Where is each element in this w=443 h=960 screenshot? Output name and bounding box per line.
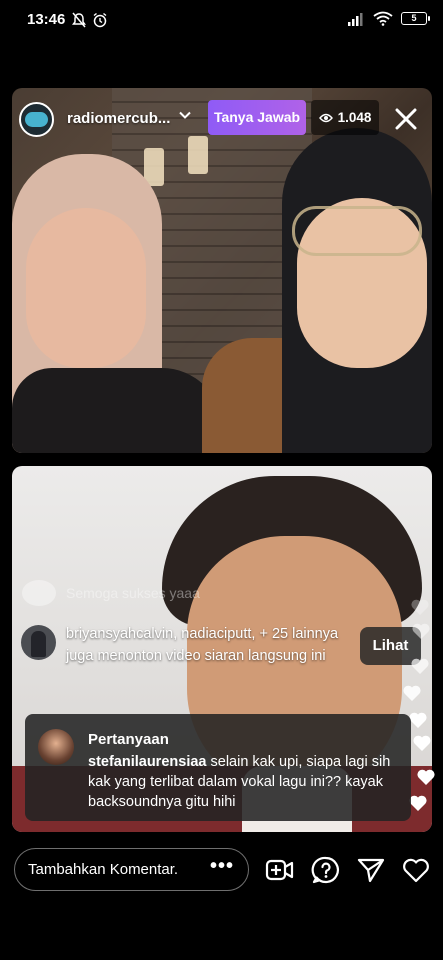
status-bar: 13:46 5: [0, 0, 443, 40]
joined-text: briyansyahcalvin, nadiaciputt, + 25 lain…: [66, 626, 339, 664]
chevron-down-icon[interactable]: [178, 108, 192, 125]
heart-icon[interactable]: [401, 855, 431, 885]
close-icon[interactable]: [390, 103, 422, 135]
guest-left-face: [26, 208, 146, 368]
system-nav-bar: [0, 900, 443, 960]
more-options-icon[interactable]: •••: [210, 855, 234, 878]
viewer-count: 1.048: [337, 110, 372, 125]
wifi-icon: [373, 11, 393, 26]
comment-placeholder: Tambahkan Komentar.: [28, 861, 179, 878]
guest-right-glasses: [292, 206, 422, 256]
status-time: 13:46: [27, 11, 66, 28]
battery-icon: 5: [401, 12, 430, 25]
mute-icon: [72, 12, 86, 28]
question-username: stefanilaurensiaa: [88, 754, 207, 770]
joined-avatar: [21, 625, 56, 660]
comment-input[interactable]: Tambahkan Komentar. •••: [14, 848, 249, 891]
question-avatar: [38, 729, 74, 765]
question-body: stefanilaurensiaa selain kak upi, siapa …: [88, 752, 408, 812]
question-icon[interactable]: [311, 855, 341, 885]
status-left-icons: [72, 12, 108, 28]
guest-left-body: [12, 368, 222, 453]
tanya-jawab-button[interactable]: Tanya Jawab: [208, 100, 306, 135]
floating-heart-icon: [417, 769, 435, 785]
floating-heart-icon: [403, 685, 421, 701]
host-name[interactable]: radiomercub...: [67, 110, 170, 127]
floating-heart-icon: [412, 623, 430, 639]
comment-faded: Semoga sukses yaaa: [22, 580, 200, 606]
signal-icon: [348, 12, 363, 26]
battery-level: 5: [411, 13, 417, 23]
host-avatar[interactable]: [19, 102, 54, 137]
floating-heart-icon: [411, 658, 429, 674]
floating-heart-icon: [409, 712, 427, 728]
alarm-icon: [93, 12, 107, 28]
floating-heart-icon: [409, 795, 427, 811]
question-card[interactable]: Pertanyaan stefanilaurensiaa selain kak …: [25, 714, 411, 821]
send-icon[interactable]: [356, 855, 386, 885]
floating-heart-icon: [413, 735, 431, 751]
live-header: radiomercub... Tanya Jawab 1.048: [0, 95, 443, 143]
comment-text: Semoga sukses yaaa: [66, 585, 200, 601]
viewer-count-badge: 1.048: [311, 100, 379, 135]
question-title: Pertanyaan: [88, 731, 169, 748]
status-right-icons: 5: [347, 11, 430, 26]
add-video-icon[interactable]: [265, 855, 295, 885]
floating-heart-icon: [411, 599, 429, 615]
eye-icon: [318, 113, 333, 122]
comment-avatar: [22, 580, 56, 606]
